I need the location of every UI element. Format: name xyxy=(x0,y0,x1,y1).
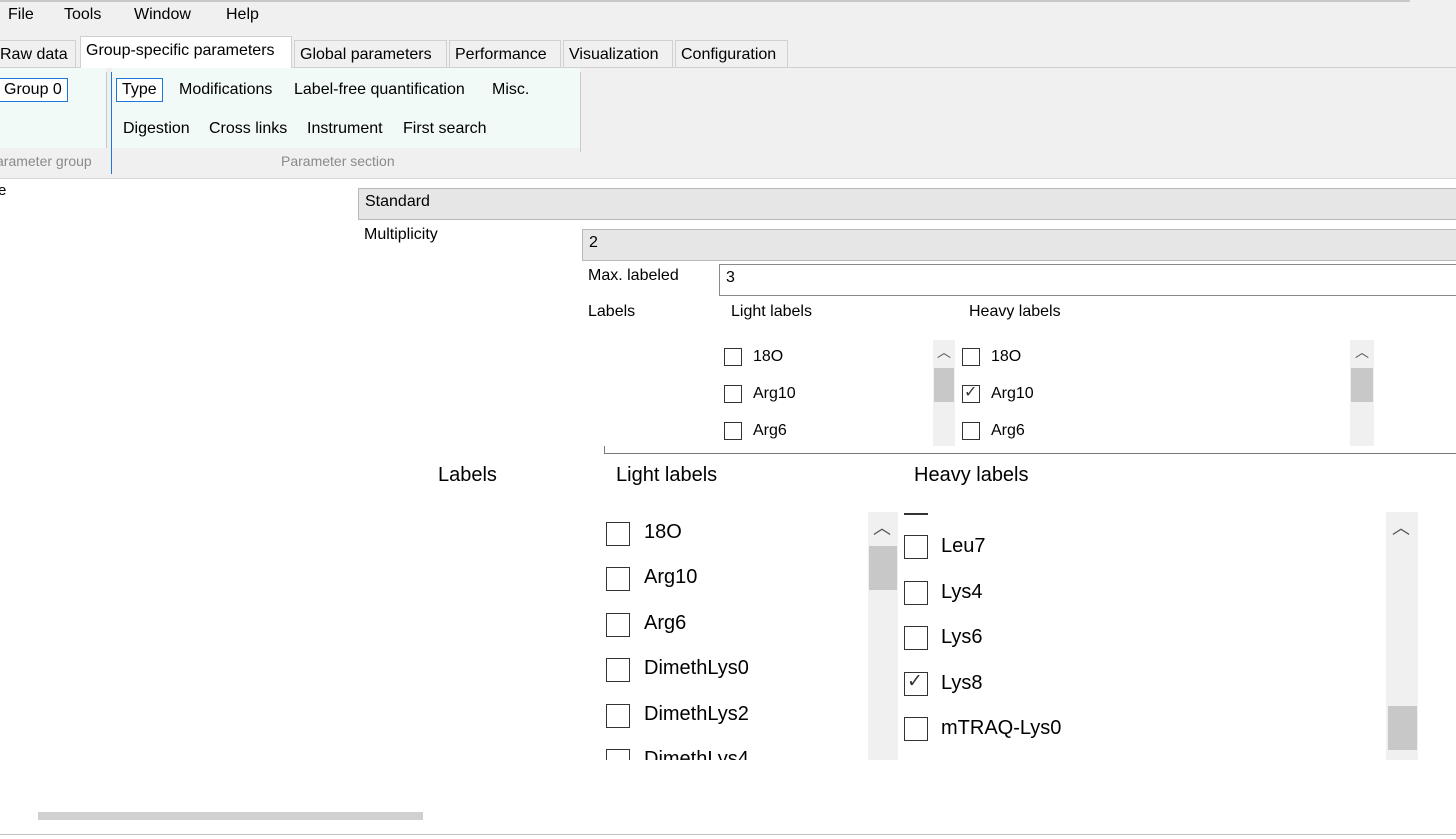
section-instrument-button[interactable]: Instrument xyxy=(307,120,383,138)
menu-file[interactable]: File xyxy=(8,6,34,24)
multiplicity-label: Multiplicity xyxy=(364,226,438,243)
heavy-checkbox-lys4[interactable] xyxy=(904,581,928,605)
type-dropdown[interactable]: Standard xyxy=(358,188,1456,220)
heavy-checkbox-arg10[interactable] xyxy=(962,382,980,403)
light-checkbox-dimethlys2[interactable] xyxy=(606,704,630,728)
heavy-labels-header: Heavy labels xyxy=(969,303,1061,320)
section-misc-button[interactable]: Misc. xyxy=(492,81,529,99)
separator xyxy=(111,72,112,174)
light-label-name: Arg10 xyxy=(753,385,796,402)
light-checkbox-18o[interactable] xyxy=(606,522,630,546)
zoom-light-labels-header: Light labels xyxy=(616,464,718,486)
light-labels-header: Light labels xyxy=(731,303,812,320)
light-checkbox-dimethlys0[interactable] xyxy=(606,658,630,682)
partial-label: e xyxy=(0,182,7,199)
scroll-up-arrow-icon[interactable]: ︿ xyxy=(1392,514,1410,540)
zoom-heavy-list: Leu7 Lys4 Lys6 Lys8 mTRAQ-Lys0 xyxy=(900,510,1380,760)
heavy-checkbox-arg6[interactable] xyxy=(962,422,980,440)
heavy-label-name: Lys4 xyxy=(941,581,983,603)
top-border xyxy=(0,0,1410,2)
zoom-heavy-labels-header: Heavy labels xyxy=(914,464,1029,486)
section-type-button[interactable]: Type xyxy=(116,78,163,102)
heavy-label-name: 18O xyxy=(991,348,1022,365)
tab-visualization[interactable]: Visualization xyxy=(563,40,673,67)
heavy-label-name: Leu7 xyxy=(941,535,986,557)
scrollbar-thumb[interactable] xyxy=(934,368,954,402)
zoom-divider xyxy=(604,453,1456,454)
scroll-up-arrow-icon[interactable]: ︿ xyxy=(873,514,891,540)
parameter-section-caption: Parameter section xyxy=(281,153,395,169)
light-label-name: 18O xyxy=(753,348,784,365)
heavy-checkbox-lys8[interactable] xyxy=(904,670,928,696)
zoom-light-list: 18O Arg10 Arg6 DimethLys0 DimethLys2 Dim… xyxy=(600,510,866,760)
light-label-name: Arg10 xyxy=(644,566,698,588)
section-label-free-quantification-button[interactable]: Label-free quantification xyxy=(294,81,465,99)
light-label-name: Arg6 xyxy=(753,422,787,439)
separator xyxy=(580,72,581,152)
light-label-name: Arg6 xyxy=(644,612,687,634)
max-labeled-label: Max. labeled xyxy=(588,267,679,284)
heavy-checkbox-lys6[interactable] xyxy=(904,626,928,650)
group-0-button[interactable]: Group 0 xyxy=(0,78,68,102)
scroll-up-arrow-icon[interactable]: ︿ xyxy=(1355,342,1369,362)
heavy-label-name: Lys8 xyxy=(941,672,983,694)
labels-label: Labels xyxy=(588,303,636,320)
light-checkbox-arg10[interactable] xyxy=(606,567,630,591)
menu-bar: File Tools Window Help xyxy=(0,0,1456,34)
tab-performance[interactable]: Performance xyxy=(449,40,561,67)
light-label-name: DimethLys4 xyxy=(644,748,749,760)
scroll-up-arrow-icon[interactable]: ︿ xyxy=(937,342,951,362)
heavy-label-name: mTRAQ-Lys0 xyxy=(941,717,1062,739)
heavy-checkbox-mtraq-lys0[interactable] xyxy=(904,717,928,741)
zoom-divider-tick xyxy=(604,446,605,454)
heavy-label-name: Lys6 xyxy=(941,626,983,648)
light-label-name: DimethLys0 xyxy=(644,657,749,679)
multiplicity-dropdown[interactable]: 2 xyxy=(582,229,1456,261)
light-checkbox-dimethlys4[interactable] xyxy=(606,749,630,760)
scrollbar-thumb[interactable] xyxy=(869,546,897,590)
tab-configuration[interactable]: Configuration xyxy=(675,40,788,67)
scrollbar-thumb[interactable] xyxy=(1351,368,1373,402)
ribbon-bottom-border xyxy=(0,178,1456,179)
clipped-checkbox-edge xyxy=(904,513,928,515)
light-checkbox-arg10[interactable] xyxy=(724,385,742,403)
parameter-group-caption: arameter group xyxy=(0,153,92,169)
section-cross-links-button[interactable]: Cross links xyxy=(209,120,287,138)
heavy-label-name: Arg6 xyxy=(991,422,1025,439)
horizontal-scrollbar-thumb[interactable] xyxy=(38,812,423,820)
zoom-labels-label: Labels xyxy=(438,464,497,486)
section-modifications-button[interactable]: Modifications xyxy=(179,81,272,99)
section-first-search-button[interactable]: First search xyxy=(403,120,487,138)
light-checkbox-arg6[interactable] xyxy=(606,613,630,637)
tab-global-parameters[interactable]: Global parameters xyxy=(294,40,447,67)
tab-strip: Raw data Group-specific parameters Globa… xyxy=(0,34,1456,68)
tab-raw-data[interactable]: Raw data xyxy=(0,40,76,67)
heavy-checkbox-leu7[interactable] xyxy=(904,535,928,559)
ribbon: Group 0 Type Modifications Label-free qu… xyxy=(0,68,1456,178)
menu-tools[interactable]: Tools xyxy=(64,6,101,24)
light-checkbox-18o[interactable] xyxy=(724,348,742,366)
light-label-name: DimethLys2 xyxy=(644,703,749,725)
tab-group-specific-parameters[interactable]: Group-specific parameters xyxy=(80,36,292,68)
menu-help[interactable]: Help xyxy=(226,6,259,24)
bottom-border xyxy=(0,834,1456,835)
menu-window[interactable]: Window xyxy=(134,6,191,24)
light-label-name: 18O xyxy=(644,521,682,543)
max-labeled-input[interactable]: 3 xyxy=(719,264,1456,296)
separator xyxy=(106,72,107,148)
scrollbar-thumb[interactable] xyxy=(1388,706,1417,750)
section-digestion-button[interactable]: Digestion xyxy=(123,120,190,138)
heavy-checkbox-18o[interactable] xyxy=(962,348,980,366)
heavy-label-name: Arg10 xyxy=(991,385,1034,402)
light-checkbox-arg6[interactable] xyxy=(724,422,742,440)
